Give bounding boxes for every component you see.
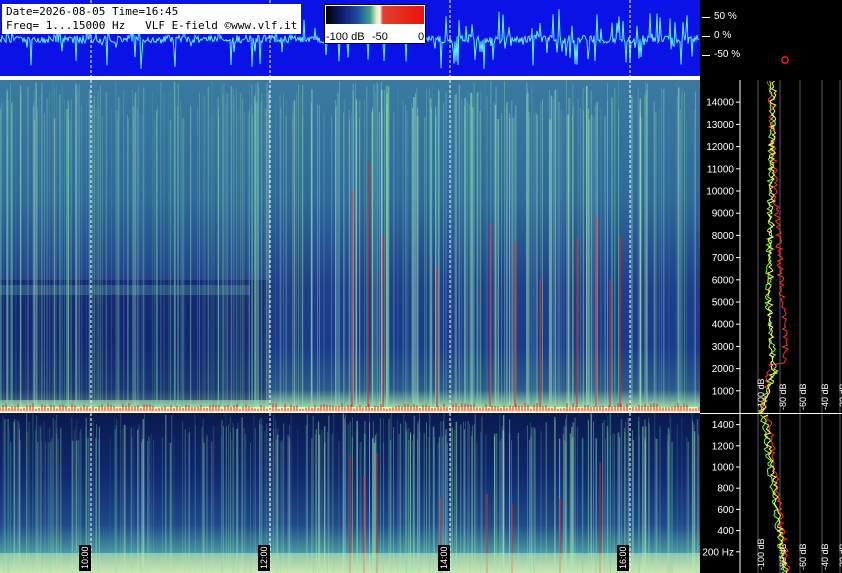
- profile-main-plot: 14000 13000 12000 11000 10000 9000 8000 7000 600…: [706, 80, 842, 413]
- db-label: -60 dB: [798, 383, 808, 410]
- time-label-12: 12:00: [258, 545, 270, 571]
- colorbar-label-mid: -50: [372, 31, 388, 43]
- time-label-10: 10:00: [79, 545, 91, 571]
- freq-label: 10000: [706, 187, 734, 198]
- info-box: Date=2026-08-05 Time=16:45 Freq= 1...150…: [2, 4, 302, 34]
- colorbar-label-min: -100 dB: [326, 31, 365, 43]
- db-label: -80 dB: [778, 383, 788, 410]
- freq-label: 9000: [712, 209, 735, 220]
- freq-label: 1400: [712, 420, 735, 431]
- freq-label: 7000: [712, 253, 735, 264]
- amp-label-bottom: -50 %: [714, 49, 741, 60]
- frequency-range-label: Freq= 1...15000 Hz VLF E-field ©www.vlf.…: [6, 19, 298, 32]
- profile-low-plot: 140012001000800600400200 Hz -100 dB -80 dB…: [702, 414, 842, 573]
- db-label: -40 dB: [820, 383, 830, 410]
- freq-label: 1000: [712, 386, 735, 397]
- waveform-panel: Date=2026-08-05 Time=16:45 Freq= 1...150…: [0, 0, 700, 76]
- freq-label: 800: [717, 484, 734, 495]
- marker-circle-icon: [781, 56, 789, 64]
- spectrogram-main: [0, 80, 700, 413]
- freq-label: 600: [717, 505, 734, 516]
- amp-tick: [702, 17, 710, 18]
- amp-label-top: 50 %: [714, 11, 737, 22]
- freq-label: 6000: [712, 275, 735, 286]
- colorbar-label-max: 0: [418, 31, 425, 43]
- freq-label: 2000: [712, 364, 735, 375]
- spectrogram-low: [0, 413, 700, 573]
- db-label: -60 dB: [798, 543, 808, 570]
- amp-label-mid: 0 %: [714, 30, 732, 41]
- freq-label: 1000: [712, 463, 735, 474]
- freq-label: 11000: [707, 164, 735, 175]
- low-freq-floor: [0, 553, 700, 573]
- colorbar-gradient: [326, 6, 424, 24]
- freq-label: 14000: [706, 98, 734, 109]
- db-label: -40 dB: [820, 543, 830, 570]
- db-label: -20 dB: [838, 383, 842, 410]
- colorbar-legend: -100 dB -50 0: [324, 4, 426, 44]
- time-label-16: 16:00: [617, 545, 629, 571]
- freq-label: 8000: [712, 231, 735, 242]
- db-label: -20 dB: [838, 543, 842, 570]
- freq-label: 3000: [712, 342, 735, 353]
- amp-tick: [702, 36, 710, 37]
- time-label-14: 14:00: [438, 545, 450, 571]
- amplitude-axis: 50 % 0 % -50 %: [700, 0, 842, 76]
- freq-label: 1200: [712, 441, 735, 452]
- freq-label: 4000: [712, 320, 735, 331]
- date-time-label: Date=2026-08-05 Time=16:45: [6, 5, 179, 18]
- spectrogram-main-plot: [0, 80, 700, 413]
- db-label: -100 dB: [756, 538, 766, 570]
- amp-tick: [702, 55, 710, 56]
- spectrum-profile-low: 1400 1200 1000 800 600 400 200 Hz -100 dB -80 dB…: [700, 414, 842, 573]
- freq-label: 12000: [706, 142, 734, 153]
- spectrogram-low-plot: [0, 413, 700, 573]
- freq-label: 400: [717, 526, 734, 537]
- profile-yellow-line: [762, 414, 788, 573]
- freq-label: 13000: [706, 120, 734, 131]
- freq-label: 200 Hz: [702, 547, 734, 558]
- freq-label: 5000: [712, 298, 735, 309]
- spectrum-profile-main: 14000 13000 12000 11000 10000 9000 8000 7000 600…: [700, 80, 842, 413]
